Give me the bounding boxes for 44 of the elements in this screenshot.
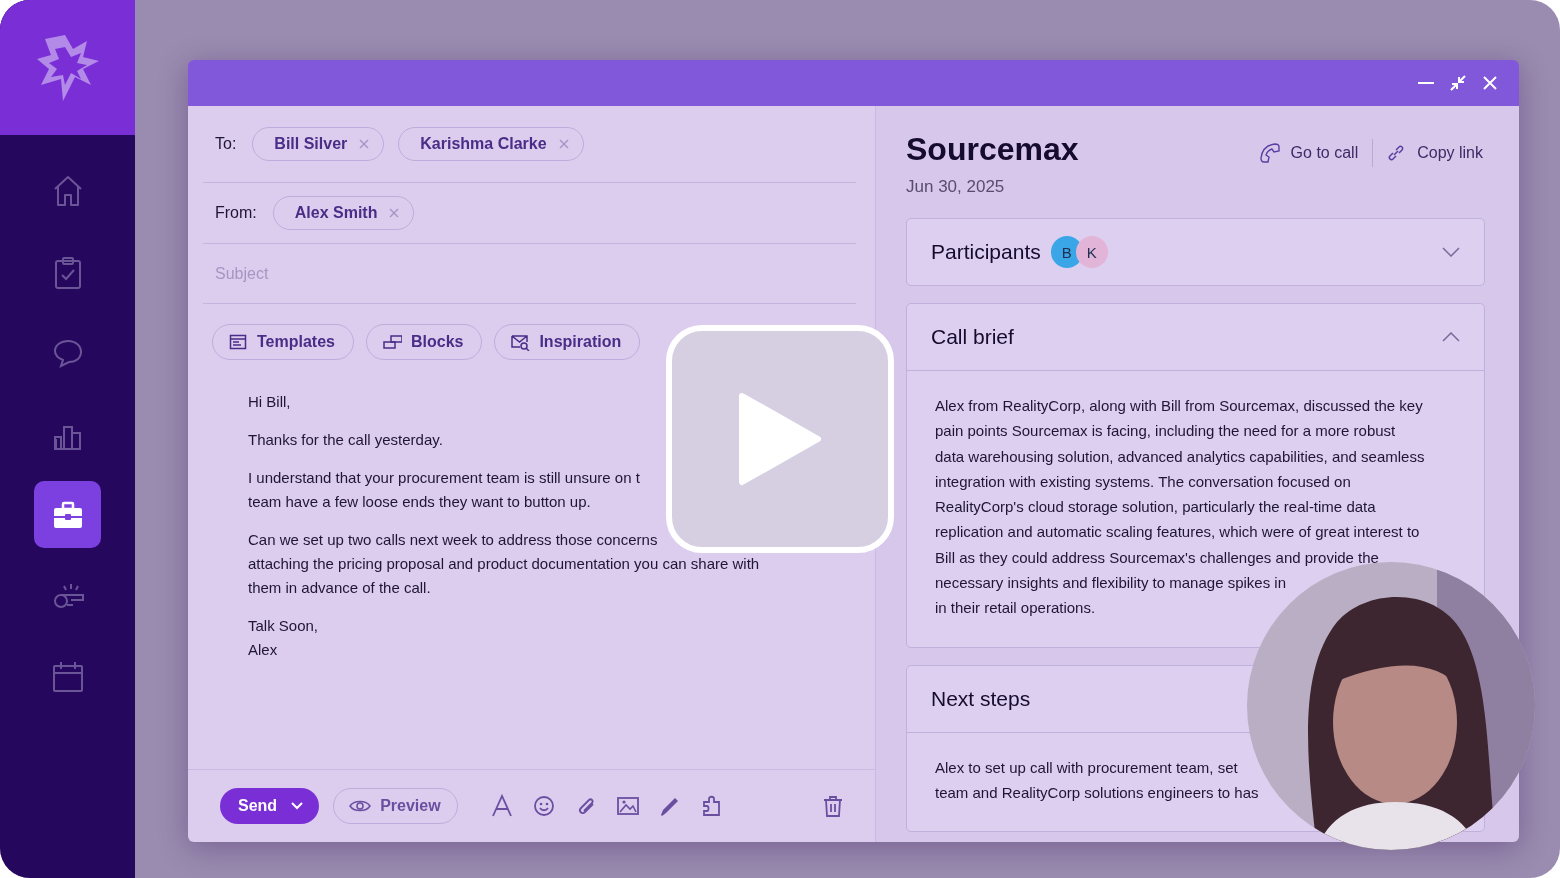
close-icon xyxy=(1481,74,1499,92)
remove-icon xyxy=(558,139,569,149)
delete-button[interactable] xyxy=(821,794,845,818)
eye-icon xyxy=(349,799,372,813)
avatar: K xyxy=(1075,236,1108,268)
email-paragraph: I understand that your procurement team is still unsure on t team have a few loose ends they want to button up. xyxy=(248,468,641,512)
phone-icon xyxy=(1258,142,1281,164)
subject-field[interactable]: Subject xyxy=(203,244,856,304)
minimize-icon xyxy=(1418,82,1434,84)
play-icon xyxy=(738,392,822,486)
caret-icon xyxy=(291,802,304,810)
text-format-icon xyxy=(489,794,514,818)
nav-item[interactable] xyxy=(34,481,101,548)
section-title: Call brief xyxy=(931,325,1014,349)
collapse-button[interactable] xyxy=(1449,74,1467,92)
field-label: From: xyxy=(215,204,257,222)
remove-icon xyxy=(359,139,370,149)
close-button[interactable] xyxy=(1481,74,1499,92)
calendar-icon xyxy=(50,659,85,694)
section-text: Alex from RealityCorp, along with Bill from Sourcemax, discussed the key pain points Sourcemax is facing, including the need for a more robust data warehousing solution, advanced analytics capabilities, and seamless integration with existing systems. The conversation focused on RealityCorp's cloud storage solution, particularly the real-time data replication and automatic scaling features, which were of great interest to Bill as they could address Sourcemax's challenges and provide the necessary insights and flexibility to manage spikes in in their retail operations. xyxy=(935,396,1426,619)
section-text: Alex to set up call with procurement team, set team and RealityCorp solutions engineers to has xyxy=(935,757,1260,803)
text-format-button[interactable] xyxy=(489,794,514,818)
section-title: Next steps xyxy=(931,686,1031,711)
field-label: To: xyxy=(215,135,237,153)
emoji-button[interactable] xyxy=(531,794,556,818)
email-paragraph: Thanks for the call yesterday. xyxy=(248,430,444,450)
email-paragraph: Hi Bill, xyxy=(248,392,292,412)
email-paragraph: Can we set up two calls next week to address those concerns attaching the pricing proposal and product documentation you can share with them in advance of the call. xyxy=(248,530,761,598)
emoji-icon xyxy=(531,794,556,818)
link-button[interactable]: Go to call xyxy=(1258,142,1361,164)
call-title: Sourcemax xyxy=(906,130,1079,168)
send-button[interactable]: Send xyxy=(220,788,320,824)
trash-icon xyxy=(821,794,845,818)
mail-search-icon xyxy=(511,333,531,351)
section-title: Participants xyxy=(931,240,1041,264)
remove-icon xyxy=(389,208,400,218)
blocks-icon xyxy=(382,333,402,351)
template-icon xyxy=(229,333,248,351)
image-button[interactable] xyxy=(615,794,640,818)
call-date: Jun 30, 2025 xyxy=(906,177,1006,197)
link-button[interactable]: Copy link xyxy=(1385,142,1485,164)
email-paragraph: Talk Soon, Alex xyxy=(248,616,320,660)
image-icon xyxy=(615,794,640,818)
collapse-icon xyxy=(1449,74,1467,92)
